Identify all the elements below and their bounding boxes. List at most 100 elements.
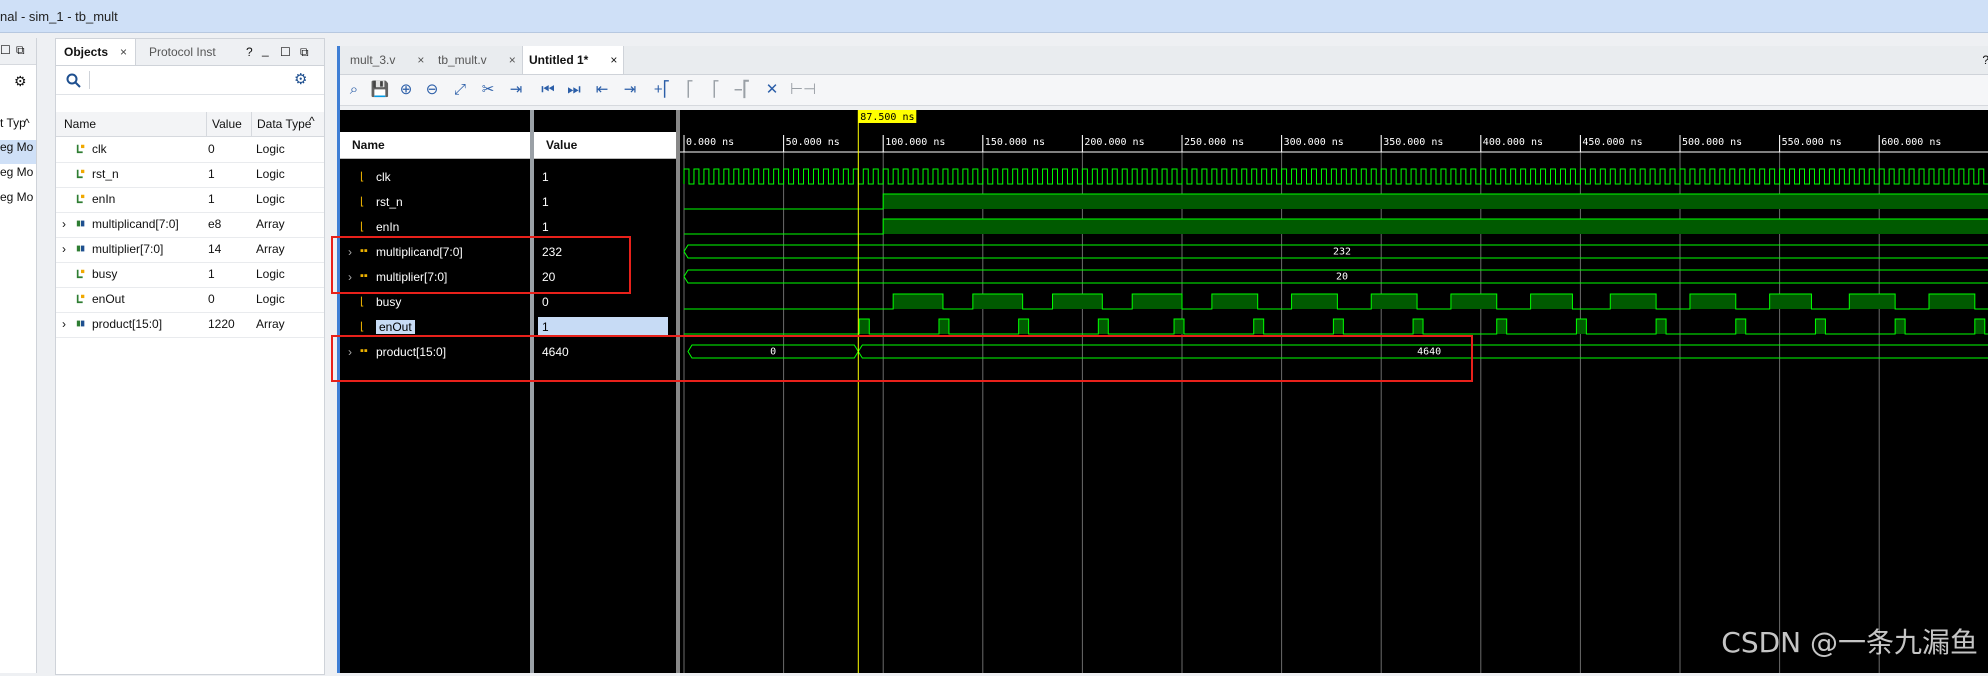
wave-signal-name: busy bbox=[376, 295, 402, 309]
maximize-icon[interactable]: ⧉ bbox=[300, 45, 309, 60]
delete-marker-icon[interactable]: –⎡ bbox=[732, 80, 752, 100]
delete-all-markers-icon[interactable]: ✕ bbox=[762, 80, 782, 100]
object-data-type: Logic bbox=[256, 142, 285, 156]
object-row[interactable]: › multiplier[7:0] 14 Array bbox=[56, 237, 324, 263]
left-panel-row[interactable]: eg Mo bbox=[0, 165, 36, 189]
object-row[interactable]: rst_n 1 Logic bbox=[56, 162, 324, 188]
help-icon[interactable]: ? bbox=[246, 45, 253, 59]
clk-wave bbox=[683, 168, 1988, 185]
object-name: multiplicand[7:0] bbox=[76, 217, 179, 231]
waveform-canvas[interactable]: 0.000 ns 50.000 ns 100.000 ns 150.000 ns 200… bbox=[680, 110, 1988, 673]
object-value: 14 bbox=[208, 242, 222, 256]
close-icon[interactable]: × bbox=[417, 53, 424, 67]
wave-high-fill bbox=[1413, 319, 1424, 334]
wave-high-fill bbox=[1769, 294, 1812, 309]
close-icon[interactable]: × bbox=[120, 45, 127, 59]
wave-high-fill bbox=[972, 294, 1023, 309]
wave-high-fill bbox=[1974, 319, 1985, 334]
wave-high-fill bbox=[1849, 294, 1896, 309]
object-name: enOut bbox=[76, 292, 125, 306]
objects-panel-tabs: Objects × Protocol Inst ? _ ☐ ⧉ bbox=[56, 39, 324, 66]
logic-signal-icon: ⌊ bbox=[360, 321, 365, 333]
multiplicand-wave-label: 232 bbox=[1333, 247, 1351, 258]
column-name[interactable]: Name bbox=[64, 117, 96, 131]
disabled-icon[interactable]: ⊢⊣ bbox=[790, 80, 816, 100]
gear-icon[interactable]: ⚙ bbox=[14, 73, 27, 90]
minimize-icon[interactable]: _ bbox=[262, 43, 269, 57]
left-panel-row[interactable]: eg Mo bbox=[0, 140, 36, 164]
restore-icon[interactable]: ☐ bbox=[280, 45, 291, 59]
add-marker-icon[interactable]: +⎡ bbox=[652, 80, 672, 100]
logic-signal-icon bbox=[76, 194, 85, 204]
tab-tb-mult-v[interactable]: tb_mult.v × bbox=[432, 46, 522, 74]
search-icon[interactable]: ⌕ bbox=[344, 80, 364, 100]
search-icon[interactable] bbox=[66, 73, 81, 88]
wave-signal-value: 1 bbox=[542, 320, 549, 334]
zoom-out-icon[interactable]: ⊖ bbox=[422, 80, 442, 100]
object-name: clk bbox=[76, 142, 107, 156]
save-icon[interactable]: 💾 bbox=[370, 80, 390, 100]
object-row[interactable]: › multiplicand[7:0] e8 Array bbox=[56, 212, 324, 238]
next-marker-icon[interactable]: ⎡ bbox=[706, 80, 726, 100]
objects-table-header: Name Value Data Type ^ bbox=[56, 112, 324, 137]
column-data-type[interactable]: Data Type bbox=[251, 112, 311, 136]
tab-protocol-inst[interactable]: Protocol Inst bbox=[141, 39, 224, 65]
left-panel-row[interactable]: eg Mo bbox=[0, 190, 36, 214]
object-row[interactable]: enOut 0 Logic bbox=[56, 287, 324, 313]
logic-signal-icon bbox=[76, 294, 85, 304]
restore-icon[interactable]: ☐ bbox=[0, 43, 11, 57]
close-icon[interactable]: × bbox=[610, 53, 617, 67]
object-row[interactable]: enIn 1 Logic bbox=[56, 187, 324, 213]
object-row[interactable]: clk 0 Logic bbox=[56, 137, 324, 163]
name-column-header[interactable]: Name bbox=[340, 132, 530, 159]
time-tick-label: 100.000 ns bbox=[885, 137, 945, 148]
help-icon[interactable]: ? bbox=[1982, 53, 1988, 67]
waveform-area[interactable]: 0.000 ns 50.000 ns 100.000 ns 150.000 ns 200… bbox=[680, 110, 1988, 673]
object-name: multiplier[7:0] bbox=[76, 242, 163, 256]
wave-signal-value-row: 1 bbox=[534, 189, 676, 214]
close-icon[interactable]: × bbox=[509, 53, 516, 67]
value-column-header[interactable]: Value bbox=[534, 132, 676, 159]
swap-cursor-icon[interactable]: ✂ bbox=[478, 80, 498, 100]
go-to-start-icon[interactable]: ⏮ bbox=[538, 80, 558, 100]
next-transition-icon[interactable]: ⇥ bbox=[620, 80, 640, 100]
wave-high-fill bbox=[1333, 319, 1344, 334]
tab-objects[interactable]: Objects × bbox=[56, 39, 137, 65]
annotation-box-inputs bbox=[331, 236, 631, 294]
wave-high-fill bbox=[1174, 319, 1184, 334]
column-value[interactable]: Value bbox=[206, 112, 242, 136]
zoom-in-icon[interactable]: ⊕ bbox=[396, 80, 416, 100]
object-row[interactable]: busy 1 Logic bbox=[56, 262, 324, 288]
time-tick-label: 0.000 ns bbox=[686, 137, 734, 148]
maximize-icon[interactable]: ⧉ bbox=[16, 43, 25, 58]
prev-transition-icon[interactable]: ⇤ bbox=[592, 80, 612, 100]
object-row[interactable]: › product[15:0] 1220 Array bbox=[56, 312, 324, 338]
wave-signal-value: 1 bbox=[542, 170, 549, 184]
object-name: busy bbox=[76, 267, 117, 281]
chevron-right-icon[interactable]: › bbox=[62, 317, 66, 331]
chevron-right-icon[interactable]: › bbox=[62, 217, 66, 231]
time-tick-label: 600.000 ns bbox=[1881, 137, 1941, 148]
goto-cursor-icon[interactable]: ⇥ bbox=[506, 80, 526, 100]
zoom-fit-icon[interactable]: ⤢ bbox=[450, 80, 470, 100]
gear-icon[interactable]: ⚙ bbox=[294, 70, 307, 88]
editor-tabs: mult_3.v× tb_mult.v× Untitled 1*× ? bbox=[340, 46, 1988, 75]
multiplier-wave-label: 20 bbox=[1336, 272, 1348, 283]
wave-signal-name: clk bbox=[376, 170, 391, 184]
tab-mult-3-v[interactable]: mult_3.v × bbox=[344, 46, 430, 74]
wave-signal-row[interactable]: ⌊ rst_n bbox=[340, 189, 530, 214]
prev-marker-icon[interactable]: ⎡ bbox=[680, 80, 700, 100]
chevron-up-icon[interactable]: ^ bbox=[309, 114, 315, 128]
go-to-end-icon[interactable]: ⏭ bbox=[564, 80, 584, 100]
left-panel-strip: ☐ ⧉ ⚙ t Typ ^ eg Mo eg Mo eg Mo bbox=[0, 38, 37, 673]
wave-signal-row[interactable]: ⌊ clk bbox=[340, 164, 530, 189]
logic-signal-icon bbox=[76, 269, 85, 279]
chevron-up-icon[interactable]: ^ bbox=[24, 116, 36, 140]
object-value: 1 bbox=[208, 167, 215, 181]
tab-untitled-1[interactable]: Untitled 1* × bbox=[522, 46, 625, 74]
wave-signal-value: 1 bbox=[542, 195, 549, 209]
bus-signal-icon bbox=[76, 320, 85, 327]
chevron-right-icon[interactable]: › bbox=[62, 242, 66, 256]
waveform-toolbar: ⌕ 💾 ⊕ ⊖ ⤢ ✂ ⇥ ⏮ ⏭ ⇤ ⇥ +⎡ ⎡ ⎡ –⎡ ✕ ⊢⊣ bbox=[340, 75, 1988, 106]
time-tick-label: 450.000 ns bbox=[1582, 137, 1642, 148]
